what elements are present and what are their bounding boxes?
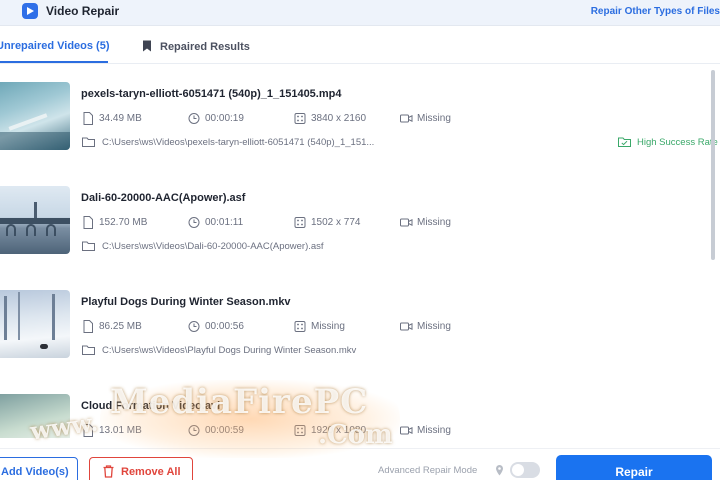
tab-repaired-results[interactable]: Repaired Results <box>142 40 250 53</box>
trash-icon <box>103 465 114 478</box>
remove-all-button[interactable]: Remove All <box>89 457 193 480</box>
clock-icon <box>188 425 200 436</box>
folder-icon <box>82 345 95 355</box>
active-tab-indicator <box>0 61 108 63</box>
video-row[interactable]: Cloud Formation Video.avi 13.01 MB 00:00… <box>0 378 720 438</box>
add-videos-button[interactable]: Add Video(s) <box>0 457 78 480</box>
check-folder-icon <box>618 137 631 147</box>
clock-icon <box>188 113 200 124</box>
video-list[interactable]: pexels-taryn-elliott-6051471 (540p)_1_15… <box>0 66 720 438</box>
remove-all-label: Remove All <box>121 466 181 478</box>
video-file-name: Dali-60-20000-AAC(Apower).asf <box>81 192 246 204</box>
location-pin-icon[interactable] <box>495 464 504 476</box>
video-thumbnail <box>0 290 70 358</box>
video-file-name: Playful Dogs During Winter Season.mkv <box>81 296 291 308</box>
file-icon <box>83 112 93 125</box>
tab-bar: Unrepaired Videos (5) Repaired Results <box>0 30 720 64</box>
toggle-knob <box>512 464 524 476</box>
resolution-icon <box>294 217 306 228</box>
video-row[interactable]: Dali-60-20000-AAC(Apower).asf 152.70 MB … <box>0 170 720 274</box>
video-repair-app-icon <box>22 3 38 19</box>
video-file-name: Cloud Formation Video.avi <box>81 400 221 412</box>
list-scrollbar[interactable] <box>711 70 715 260</box>
file-icon <box>83 216 93 229</box>
resolution-icon <box>294 113 306 124</box>
folder-icon <box>82 241 95 251</box>
file-icon <box>83 424 93 437</box>
video-camera-icon <box>400 426 413 435</box>
video-camera-icon <box>400 218 413 227</box>
resolution-icon <box>294 425 306 436</box>
video-camera-icon <box>400 322 413 331</box>
title-bar: Video Repair Repair Other Types of Files <box>0 0 720 26</box>
video-row[interactable]: pexels-taryn-elliott-6051471 (540p)_1_15… <box>0 66 720 170</box>
video-row[interactable]: Playful Dogs During Winter Season.mkv 86… <box>0 274 720 378</box>
repair-button[interactable]: Repair <box>556 455 712 480</box>
app-title: Video Repair <box>46 4 120 18</box>
advanced-repair-toggle[interactable] <box>510 462 540 478</box>
tab-unrepaired-videos[interactable]: Unrepaired Videos (5) <box>0 40 110 52</box>
folder-icon <box>82 137 95 147</box>
video-file-name: pexels-taryn-elliott-6051471 (540p)_1_15… <box>81 88 342 100</box>
bookmark-document-icon <box>143 40 151 52</box>
video-thumbnail <box>0 186 70 254</box>
resolution-icon <box>294 321 306 332</box>
video-thumbnail <box>0 82 70 150</box>
advanced-repair-mode-label: Advanced Repair Mode <box>378 465 478 476</box>
video-thumbnail <box>0 394 70 438</box>
file-icon <box>83 320 93 333</box>
repair-other-files-link[interactable]: Repair Other Types of Files <box>591 6 720 17</box>
tab-repaired-results-label: Repaired Results <box>160 41 250 53</box>
video-camera-icon <box>400 114 413 123</box>
clock-icon <box>188 321 200 332</box>
action-bar: Add Video(s) Remove All Advanced Repair … <box>0 448 720 480</box>
clock-icon <box>188 217 200 228</box>
